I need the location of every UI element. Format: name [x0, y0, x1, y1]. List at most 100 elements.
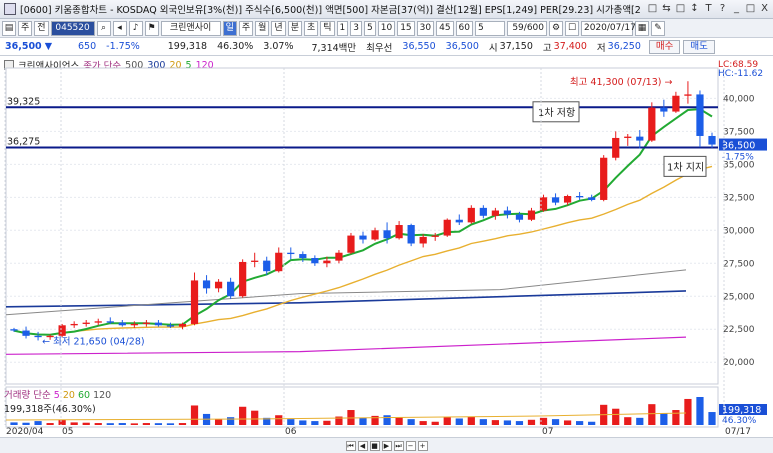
- last-icon[interactable]: ⏭: [393, 440, 404, 451]
- prev-icon[interactable]: ◀: [357, 440, 368, 451]
- candle-body: [600, 157, 608, 200]
- text-icon[interactable]: T: [702, 2, 715, 16]
- next-icon[interactable]: ▶: [381, 440, 392, 451]
- minute-3[interactable]: 3: [350, 20, 362, 36]
- y-tick-label: 40,000: [723, 94, 755, 104]
- sort-icon[interactable]: ↕: [688, 2, 701, 16]
- candle-body: [588, 197, 596, 200]
- maximize-icon[interactable]: □: [744, 2, 757, 16]
- volume-bar: [407, 419, 415, 425]
- volume-bar: [323, 420, 331, 425]
- candle-body: [34, 335, 42, 338]
- tool-icon[interactable]: ✎: [651, 20, 665, 36]
- candle-body: [70, 323, 78, 326]
- first-icon[interactable]: ⏮: [345, 440, 356, 451]
- sell-button[interactable]: 매도: [683, 39, 715, 54]
- candle-body: [142, 322, 150, 324]
- candle-body: [491, 210, 499, 216]
- candle-body: [178, 323, 187, 327]
- stock-code-input[interactable]: 045520: [50, 20, 95, 36]
- prev-arrow-icon[interactable]: ◂: [112, 20, 127, 36]
- volume-pct-label: 46.30%: [722, 416, 757, 426]
- stop-icon[interactable]: ■: [369, 440, 380, 451]
- minute-5[interactable]: 5: [364, 20, 376, 36]
- volume-bar: [34, 421, 42, 425]
- volume-bar: [311, 421, 319, 425]
- volume-bar: [527, 419, 536, 425]
- candle-body: [660, 107, 668, 112]
- minute-30[interactable]: 30: [416, 20, 435, 36]
- volume-bar: [672, 410, 680, 425]
- minute-15[interactable]: 15: [397, 20, 415, 36]
- candle-body: [576, 196, 584, 198]
- minimize-icon[interactable]: _: [730, 2, 743, 16]
- tab-week[interactable]: 주: [238, 20, 254, 36]
- checkbox[interactable]: ☐: [565, 20, 579, 36]
- volume-bar: [130, 423, 138, 425]
- search-icon[interactable]: ⌕: [96, 20, 111, 36]
- candle-body: [551, 197, 560, 203]
- candle-body: [130, 323, 138, 326]
- calendar-icon[interactable]: ▦: [635, 20, 649, 36]
- tab-year[interactable]: 년: [271, 20, 286, 36]
- minute-45[interactable]: 45: [436, 20, 454, 36]
- zoom-in-icon[interactable]: +: [417, 440, 428, 451]
- candle-body: [166, 325, 175, 327]
- minute-1[interactable]: 1: [336, 20, 349, 36]
- window-title: [0600] 키움종합차트 - KOSDAQ 외국인보유[3%(천)] 주식수[…: [20, 5, 641, 16]
- volume-bar: [431, 421, 439, 425]
- tab-second[interactable]: 초: [303, 20, 319, 36]
- interval-select[interactable]: 5: [475, 20, 505, 36]
- candle-body: [443, 219, 451, 236]
- flag-icon[interactable]: ⚑: [144, 20, 159, 36]
- volume-bar: [275, 415, 283, 425]
- minute-10[interactable]: 10: [377, 20, 396, 36]
- high-label: 고: [542, 42, 552, 54]
- volume-bar: [612, 408, 620, 425]
- candle-body: [323, 260, 331, 264]
- count-input[interactable]: 59/600: [507, 20, 547, 36]
- candle-body: [190, 280, 199, 324]
- quote-bar: 36,500 ▼ 650 -1.75% 199,318 46.30% 3.07%…: [0, 38, 773, 56]
- candle-body: [648, 107, 656, 141]
- sound-icon[interactable]: ♪: [128, 20, 143, 36]
- volume-bar: [82, 422, 90, 425]
- x-tick-label: 07/17: [725, 427, 751, 437]
- volume-bar: [118, 423, 126, 425]
- link-icon[interactable]: ⇆: [660, 2, 673, 16]
- candle-body: [311, 258, 319, 264]
- tab-day[interactable]: 일: [222, 20, 237, 36]
- candle-body: [251, 260, 259, 262]
- date-input[interactable]: 2020/07/17: [581, 20, 636, 36]
- zoom-out-icon[interactable]: −: [405, 440, 416, 451]
- candle-body: [419, 236, 427, 244]
- prev-button[interactable]: 전: [34, 20, 49, 36]
- buy-button[interactable]: 매수: [648, 39, 681, 54]
- volume-bar: [708, 412, 716, 425]
- settings-icon[interactable]: ⚙: [549, 20, 563, 36]
- volume-bar: [106, 423, 114, 425]
- menu-icon[interactable]: ▤: [2, 20, 16, 36]
- help-icon[interactable]: ?: [716, 2, 729, 16]
- app-icon: [4, 3, 16, 15]
- period-select[interactable]: 주: [18, 20, 33, 36]
- candle-body: [58, 325, 66, 336]
- candle-body: [612, 137, 620, 158]
- y-tick-label: 32,500: [723, 193, 755, 203]
- tab-minute[interactable]: 분: [287, 20, 302, 36]
- candle-body: [335, 252, 343, 261]
- layout-icon[interactable]: □: [674, 2, 687, 16]
- low-label: 저: [596, 42, 606, 54]
- best-label: 최우선: [366, 42, 393, 54]
- tab-month[interactable]: 월: [255, 20, 270, 36]
- close-icon[interactable]: X: [758, 2, 771, 16]
- volume-legend: 거래량 단순 5 20 60 120 199,318주(46.30%): [4, 387, 111, 415]
- chart-scrollbar[interactable]: ⏮ ◀ ■ ▶ ⏭ − +: [0, 437, 773, 453]
- volume-bar: [383, 415, 391, 425]
- minute-60[interactable]: 60: [455, 20, 473, 36]
- open-price: 37,150: [499, 41, 533, 52]
- stock-chart[interactable]: 40,00037,50035,00032,50030,00027,50025,0…: [0, 56, 773, 453]
- volume-bar: [214, 419, 223, 425]
- tab-tick[interactable]: 틱: [320, 20, 335, 36]
- restore-icon[interactable]: □: [646, 2, 659, 16]
